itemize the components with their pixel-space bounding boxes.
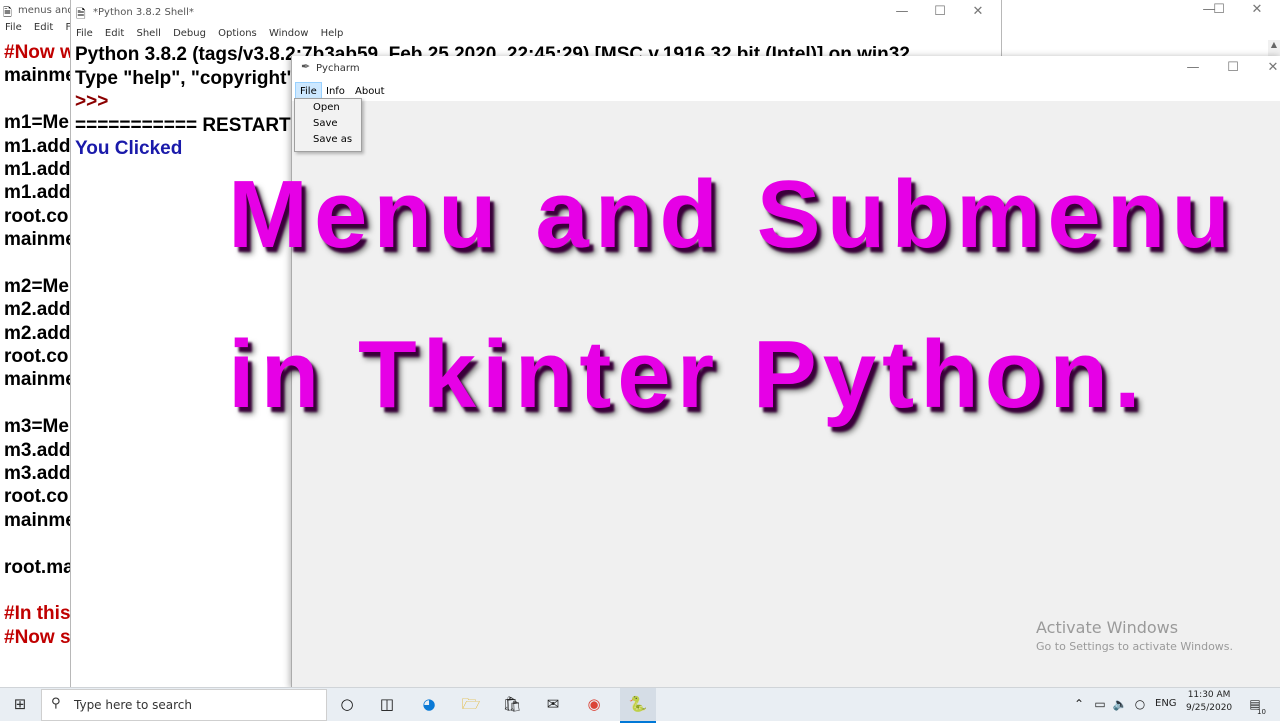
app-close-button[interactable]: ✕ — [1250, 60, 1280, 75]
shell-menu-debug[interactable]: Debug — [173, 28, 206, 39]
idle-icon: 🗎 — [76, 7, 86, 21]
battery-icon[interactable]: ▭ — [1089, 694, 1111, 714]
editor-code-area[interactable]: #Now w mainme m1=Me m1.add m1.add m1.add root.… — [4, 41, 76, 649]
code-line: m1.add — [4, 135, 71, 157]
shell-titlebar: 🗎 *Python 3.8.2 Shell* — ☐ ✕ — [71, 0, 1001, 28]
search-placeholder: Type here to search — [74, 698, 192, 712]
notification-count: 10 — [1257, 708, 1266, 716]
overlay-title-line2: in Tkinter Python. — [228, 321, 1147, 428]
file-explorer-icon[interactable]: 🗁 — [460, 694, 482, 714]
menu-item-save-as[interactable]: Save as — [313, 134, 352, 145]
code-line: m2=Me — [4, 275, 69, 297]
cortana-icon[interactable]: ○ — [336, 694, 358, 714]
code-line: m1=Me — [4, 112, 69, 134]
shell-menu-window[interactable]: Window — [269, 28, 308, 39]
notification-center-icon[interactable]: ▤ 10 — [1244, 694, 1266, 716]
chrome-icon[interactable]: ◉ — [583, 694, 605, 714]
activation-watermark-title: Activate Windows — [1036, 618, 1179, 637]
menu-item-open[interactable]: Open — [313, 102, 340, 113]
language-indicator[interactable]: ENG — [1155, 698, 1177, 709]
overlay-title-line1: Menu and Submenu — [228, 161, 1236, 268]
app-window-title: Pycharm — [316, 63, 360, 74]
network-icon[interactable]: ○ — [1129, 694, 1151, 714]
code-line: root.co — [4, 486, 69, 508]
code-line: m1.add — [4, 158, 71, 180]
code-line: #Now w — [4, 42, 75, 63]
editor-close-button[interactable]: ✕ — [1234, 2, 1280, 17]
code-line: #In this — [4, 603, 71, 625]
shell-menu-shell[interactable]: Shell — [136, 28, 160, 39]
taskbar-search-box[interactable]: ⚲ Type here to search — [41, 689, 327, 721]
volume-icon[interactable]: 🔈 — [1109, 694, 1131, 714]
code-line: mainme — [4, 369, 76, 391]
code-line: mainme — [4, 65, 76, 87]
scroll-up-arrow-icon[interactable]: ▲ — [1268, 40, 1280, 49]
code-line: m2.add — [4, 299, 71, 321]
search-icon: ⚲ — [51, 696, 61, 711]
shell-menubar: File Edit Shell Debug Options Window Hel… — [76, 28, 352, 39]
code-line: mainme — [4, 229, 76, 251]
windows-start-icon[interactable]: ⊞ — [9, 694, 31, 714]
editor-window-title: menus and — [18, 5, 74, 16]
tray-clock[interactable]: 11:30 AM 9/25/2020 — [1186, 690, 1232, 713]
clock-time: 11:30 AM — [1187, 690, 1231, 700]
code-line: m3.add — [4, 439, 71, 461]
python-taskbar-icon[interactable]: 🐍 — [620, 688, 656, 723]
tray-chevron-up-icon[interactable]: ⌃ — [1068, 694, 1090, 714]
code-line: m2.add — [4, 322, 71, 344]
code-line: m1.add — [4, 182, 71, 204]
code-line: #Now s — [4, 626, 71, 648]
shell-menu-options[interactable]: Options — [218, 28, 257, 39]
store-icon[interactable]: 🛍 — [501, 694, 523, 714]
editor-menu-edit[interactable]: Edit — [34, 22, 53, 33]
shell-menu-help[interactable]: Help — [321, 28, 344, 39]
code-line: m3.add — [4, 463, 71, 485]
activation-watermark-subtitle: Go to Settings to activate Windows. — [1036, 640, 1234, 653]
shell-menu-edit[interactable]: Edit — [105, 28, 124, 39]
code-line: root.ma — [4, 556, 74, 578]
shell-menu-file[interactable]: File — [76, 28, 93, 39]
taskbar: ⊞ ⚲ Type here to search ○ ◫ ◕ 🗁 🛍 ✉ ◉ 🐍 … — [0, 687, 1280, 723]
shell-close-button[interactable]: ✕ — [955, 4, 1001, 19]
task-view-icon[interactable]: ◫ — [376, 694, 398, 714]
app-titlebar: ✒ Pycharm — ☐ ✕ — [292, 56, 1280, 82]
code-line: root.co — [4, 205, 69, 227]
python-file-icon: 🗎 — [3, 6, 12, 19]
code-line: mainme — [4, 509, 76, 531]
code-line: m3=Me — [4, 416, 69, 438]
app-menubar: File Info About — [292, 82, 1280, 101]
mail-icon[interactable]: ✉ — [542, 694, 564, 714]
shell-window-title: *Python 3.8.2 Shell* — [93, 7, 194, 18]
menu-item-save[interactable]: Save — [313, 118, 338, 129]
clock-date: 9/25/2020 — [1186, 703, 1233, 713]
feather-icon: ✒ — [301, 60, 311, 73]
edge-icon[interactable]: ◕ — [418, 694, 440, 714]
file-dropdown-menu: Open Save Save as — [294, 98, 362, 152]
code-line: root.co — [4, 346, 69, 368]
editor-menu-file[interactable]: File — [5, 22, 22, 33]
